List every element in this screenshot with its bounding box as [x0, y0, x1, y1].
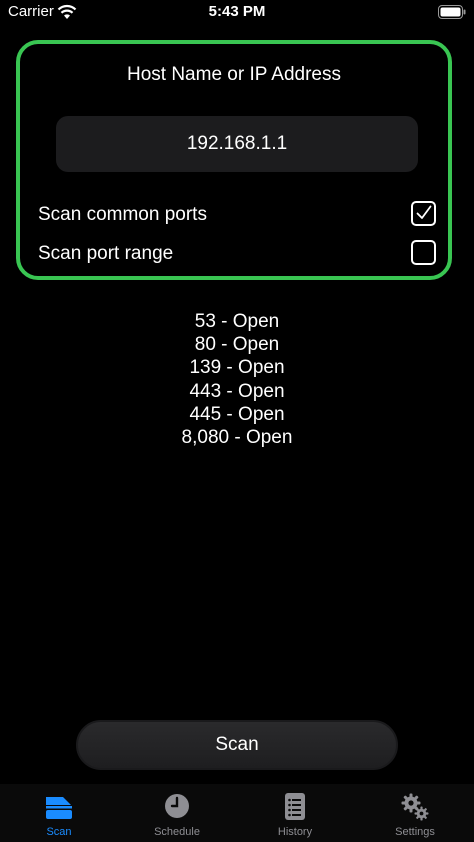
- host-input[interactable]: [56, 116, 418, 172]
- result-item: 8,080 - Open: [181, 427, 293, 449]
- option-scan-common-ports[interactable]: Scan common ports: [36, 200, 436, 230]
- tab-scan[interactable]: Scan: [0, 784, 118, 842]
- tab-label: History: [277, 826, 313, 838]
- scan-button[interactable]: Scan: [76, 720, 398, 770]
- result-item: 53 - Open: [194, 311, 280, 332]
- common-ports-checkbox[interactable]: [411, 201, 436, 226]
- result-item: 443 - Open: [189, 380, 285, 402]
- tab-label: Settings: [395, 826, 435, 838]
- option-label: Scan port range: [38, 243, 174, 264]
- tab-label: Schedule: [154, 826, 200, 838]
- checkmark-icon: [416, 205, 432, 219]
- gears-icon: [401, 793, 429, 821]
- result-item: 80 - Open: [194, 334, 280, 356]
- status-bar: Carrier 5:43 PM: [0, 0, 474, 24]
- host-title: Host Name or IP Address: [126, 64, 342, 85]
- tab-label: Scan: [46, 826, 72, 838]
- option-scan-port-range[interactable]: Scan port range: [36, 239, 436, 269]
- result-item: 139 - Open: [189, 357, 285, 379]
- tab-settings[interactable]: Settings: [356, 784, 474, 842]
- option-label: Scan common ports: [38, 204, 207, 225]
- clock-time: 5:43 PM: [208, 3, 266, 20]
- tab-history[interactable]: History: [236, 784, 354, 842]
- tab-bar: Scan Schedule History Settings: [0, 784, 474, 842]
- tab-schedule[interactable]: Schedule: [118, 784, 236, 842]
- list-icon: [285, 793, 305, 820]
- results-list: 53 - Open 80 - Open 139 - Open 443 - Ope…: [0, 310, 474, 449]
- host-card: Host Name or IP Address Scan common port…: [16, 40, 452, 280]
- port-range-checkbox[interactable]: [411, 240, 436, 265]
- scanner-icon: [46, 797, 72, 819]
- result-item: 445 - Open: [189, 403, 285, 425]
- battery-icon: [438, 5, 466, 19]
- clock-icon: [165, 794, 189, 818]
